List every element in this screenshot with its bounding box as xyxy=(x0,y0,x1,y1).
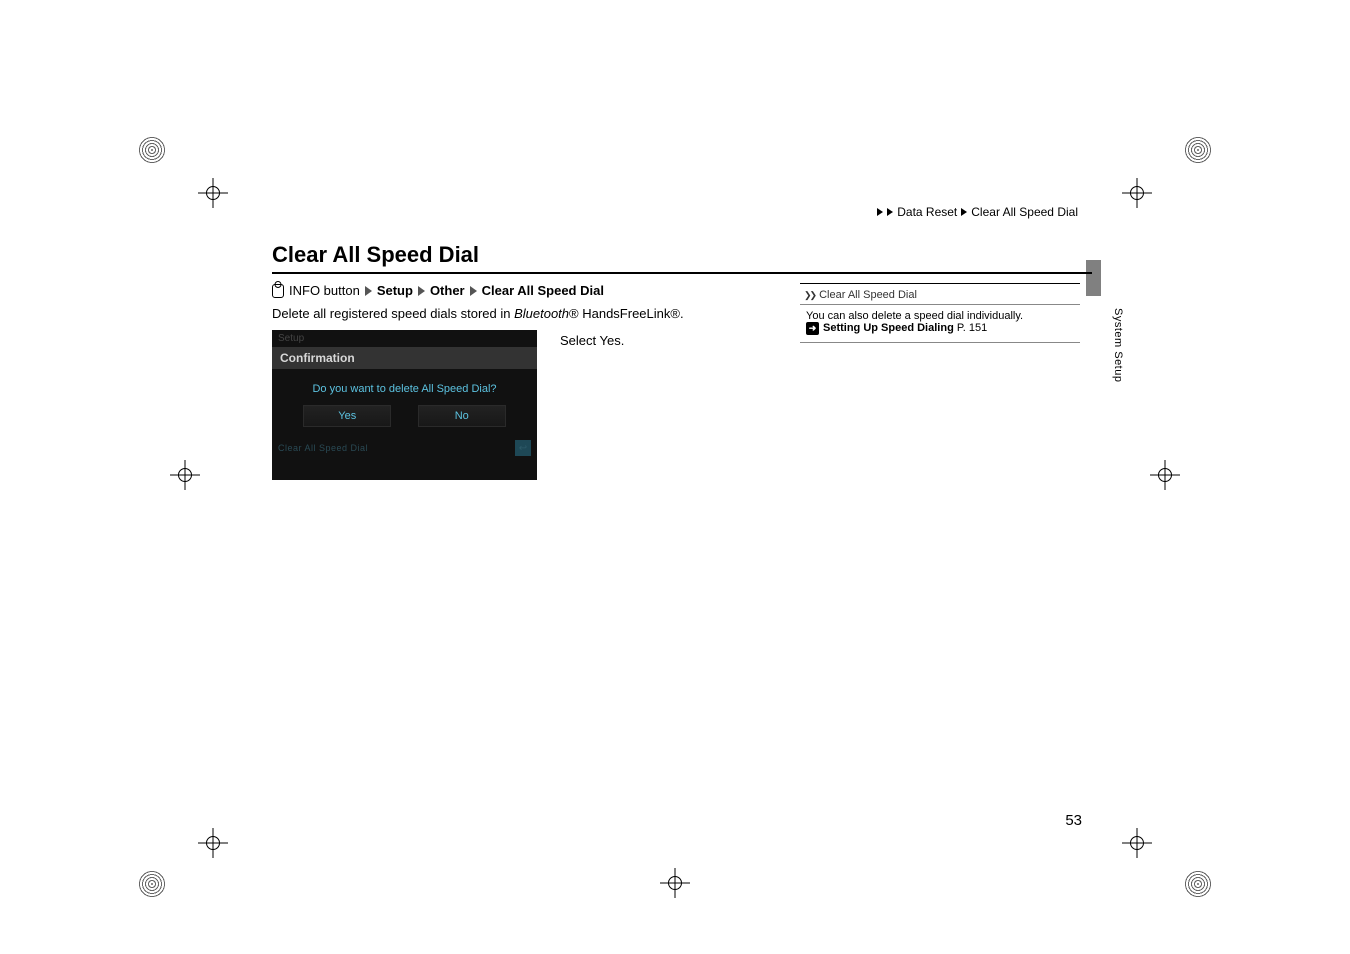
callout-box: Clear All Speed Dial You can also delete… xyxy=(800,283,1080,343)
thumb-tab xyxy=(1086,260,1101,296)
crop-mark xyxy=(1150,460,1180,490)
crop-mark xyxy=(660,868,690,898)
joystick-icon xyxy=(272,284,284,298)
breadcrumb-text: INFO button xyxy=(289,283,360,298)
double-chevron-icon xyxy=(804,289,815,301)
breadcrumb-text: Other xyxy=(430,283,465,298)
sel-prefix: Select xyxy=(560,333,600,348)
page-title: Clear All Speed Dial xyxy=(272,242,479,268)
desc-bt: Bluetooth xyxy=(514,306,569,321)
lcd-question: Do you want to delete All Speed Dial? xyxy=(272,369,537,405)
crop-mark xyxy=(1122,178,1152,208)
callout-bottom-rule xyxy=(800,342,1080,343)
sel-suffix: . xyxy=(621,333,625,348)
registration-mark xyxy=(1184,136,1212,164)
crop-mark xyxy=(198,178,228,208)
runhead-seg: Data Reset xyxy=(897,205,957,219)
crop-mark xyxy=(1122,828,1152,858)
lcd-confirmation-title: Confirmation xyxy=(272,347,537,369)
callout-title-row: Clear All Speed Dial xyxy=(800,283,1080,305)
step-text: Select Yes. xyxy=(560,333,624,348)
screenshot-dialog: Setup Confirmation Do you want to delete… xyxy=(272,330,537,480)
runhead-seg: Clear All Speed Dial xyxy=(971,205,1078,219)
callout-pageref: P. 151 xyxy=(957,322,987,334)
crop-mark xyxy=(198,828,228,858)
no-button[interactable]: No xyxy=(418,405,506,427)
chevron-right-icon xyxy=(877,208,883,216)
registration-mark xyxy=(138,136,166,164)
callout-title: Clear All Speed Dial xyxy=(819,289,917,301)
link-icon xyxy=(806,322,823,334)
callout-line: You can also delete a speed dial individ… xyxy=(806,310,1074,322)
running-header: Data Reset Clear All Speed Dial xyxy=(877,205,1078,219)
registration-mark xyxy=(138,870,166,898)
chevron-right-icon xyxy=(887,208,893,216)
chevron-right-icon xyxy=(365,286,372,296)
breadcrumb-text: Clear All Speed Dial xyxy=(482,283,604,298)
side-section-label: System Setup xyxy=(1112,308,1124,382)
lcd-setup-label: Setup xyxy=(272,330,537,347)
crop-mark xyxy=(170,460,200,490)
return-icon[interactable]: ↩ xyxy=(515,440,531,456)
callout-link: Setting Up Speed Dialing xyxy=(823,322,954,334)
breadcrumb: INFO button Setup Other Clear All Speed … xyxy=(272,283,604,298)
sel-yes: Yes xyxy=(600,333,621,348)
desc-text: ® HandsFreeLink®. xyxy=(569,306,684,321)
chevron-right-icon xyxy=(418,286,425,296)
lcd-footer-text: Clear All Speed Dial xyxy=(278,443,368,453)
registration-mark xyxy=(1184,870,1212,898)
description: Delete all registered speed dials stored… xyxy=(272,306,684,321)
yes-button[interactable]: Yes xyxy=(303,405,391,427)
chevron-right-icon xyxy=(470,286,477,296)
callout-body: You can also delete a speed dial individ… xyxy=(800,305,1080,342)
desc-text: Delete all registered speed dials stored… xyxy=(272,306,514,321)
chevron-right-icon xyxy=(961,208,967,216)
breadcrumb-text: Setup xyxy=(377,283,413,298)
page-number: 53 xyxy=(1065,812,1082,829)
title-rule xyxy=(272,272,1092,274)
